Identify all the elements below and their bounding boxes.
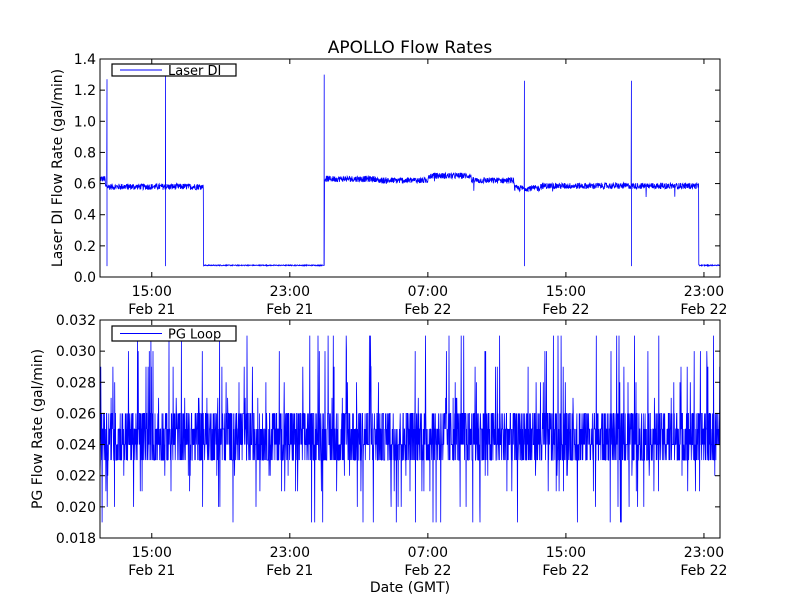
x-tick-time: 15:00: [132, 284, 172, 300]
bottom-axes-pg-loop: 0.018 0.020 0.022 0.024 0.026 0.028 0.030 0.032…: [30, 313, 727, 579]
x-tick-time: 23:00: [684, 284, 724, 300]
y-tick-label: 0.2: [74, 239, 96, 255]
y-tick-label: 0.020: [56, 500, 96, 516]
x-tick-date: Feb 21: [128, 302, 175, 318]
y-tick-label: 0.6: [74, 177, 96, 193]
x-tick-time: 15:00: [546, 284, 586, 300]
y-axis-label: PG Flow Rate (gal/min): [30, 349, 46, 509]
x-tick-date: Feb 22: [542, 302, 589, 318]
y-tick-label: 0.028: [56, 375, 96, 391]
x-tick-time: 07:00: [408, 545, 448, 561]
top-axes-laser-di: 0.0 0.2 0.4 0.6 0.8 1.0 1.2 1.4 15:00 Feb 21 23:00…: [50, 52, 727, 318]
x-tick-date: Feb 21: [266, 563, 313, 579]
chart-title: APOLLO Flow Rates: [328, 38, 493, 58]
y-tick-label: 1.0: [74, 114, 96, 130]
y-tick-label: 0.0: [74, 270, 96, 286]
y-tick-label: 0.032: [56, 313, 96, 329]
x-tick-date: Feb 22: [542, 563, 589, 579]
x-tick-date: Feb 22: [404, 302, 451, 318]
y-tick-label: 1.2: [74, 83, 96, 99]
legend-label: PG Loop: [168, 328, 221, 343]
legend: PG Loop: [111, 325, 237, 343]
y-tick-label: 0.030: [56, 344, 96, 360]
x-tick-date: Feb 22: [404, 563, 451, 579]
x-tick-time: 23:00: [270, 545, 310, 561]
x-axis-label: Date (GMT): [370, 580, 450, 596]
y-tick-label: 1.4: [74, 52, 96, 68]
figure: APOLLO Flow Rates Date (GMT) 0.00.20.40.…: [30, 38, 727, 596]
y-tick-label: 0.024: [56, 438, 96, 454]
x-tick-date: Feb 21: [266, 302, 313, 318]
x-tick-date: Feb 22: [680, 302, 727, 318]
y-tick-label: 0.022: [56, 469, 96, 485]
x-tick-time: 15:00: [546, 545, 586, 561]
y-tick-label: 0.4: [74, 208, 96, 224]
x-tick-date: Feb 21: [128, 563, 175, 579]
plot-area: [100, 59, 720, 277]
y-axis-label: Laser DI Flow Rate (gal/min): [50, 69, 66, 267]
x-tick-date: Feb 22: [680, 563, 727, 579]
y-tick-label: 0.018: [56, 531, 96, 547]
x-tick-time: 23:00: [684, 545, 724, 561]
y-tick-label: 0.026: [56, 406, 96, 422]
y-tick-label: 0.8: [74, 145, 96, 161]
legend-label: Laser DI: [168, 64, 221, 79]
x-tick-time: 15:00: [132, 545, 172, 561]
x-tick-time: 07:00: [408, 284, 448, 300]
x-tick-time: 23:00: [270, 284, 310, 300]
